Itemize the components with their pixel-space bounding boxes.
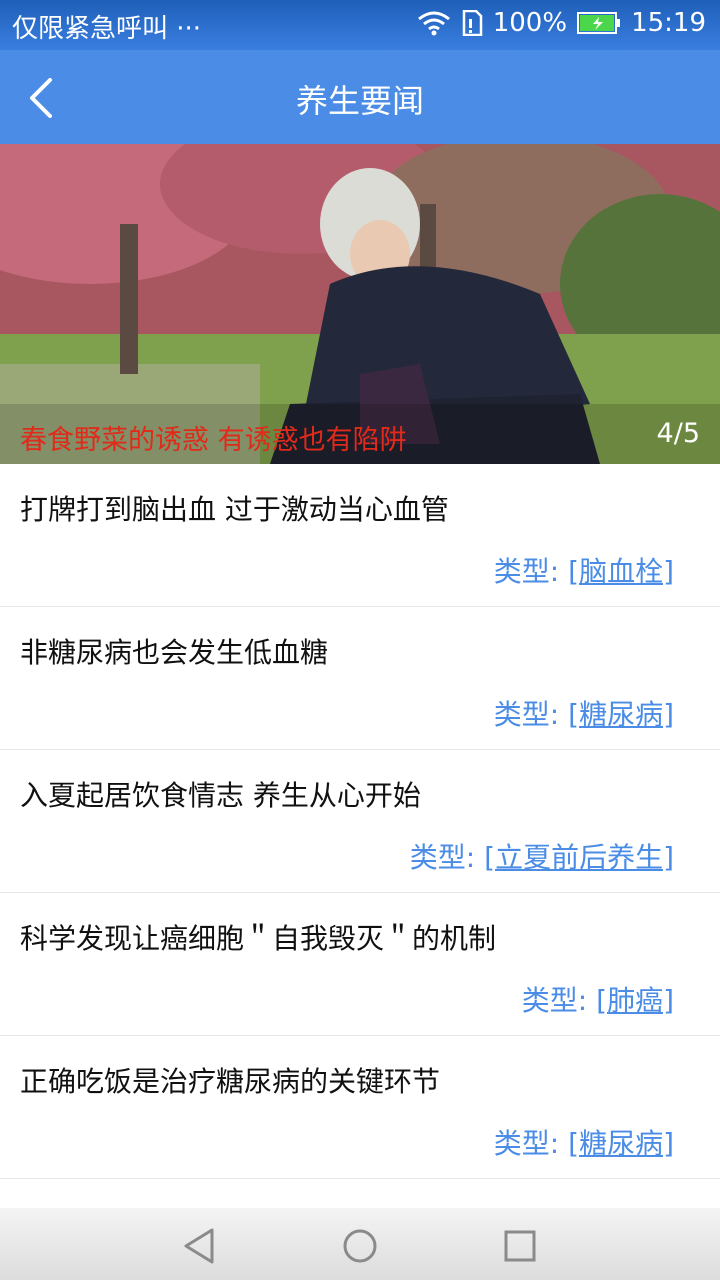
- type-tag-link[interactable]: [肺癌]: [596, 984, 674, 1017]
- news-title: 科学发现让癌细胞＂自我毁灭＂的机制: [20, 922, 497, 955]
- type-label: 类型:: [493, 555, 560, 588]
- status-bar: 仅限紧急呼叫 ··· 100% 15:19: [0, 0, 720, 50]
- banner-caption[interactable]: 春食野菜的诱惑 有诱惑也有陷阱: [20, 418, 407, 457]
- nav-recent-apps-icon[interactable]: [500, 1226, 540, 1266]
- news-type: 类型: [脑血栓]: [494, 550, 674, 590]
- news-type: 类型: [糖尿病]: [494, 1122, 674, 1162]
- status-left: 仅限紧急呼叫 ···: [12, 8, 201, 45]
- news-carousel[interactable]: 春食野菜的诱惑 有诱惑也有陷阱 4/5: [0, 144, 720, 464]
- battery-percent: 100%: [492, 8, 568, 38]
- sim-icon: [462, 10, 482, 36]
- type-tag-link[interactable]: [立夏前后养生]: [484, 841, 674, 874]
- type-tag-link[interactable]: [糖尿病]: [568, 698, 674, 731]
- more-indicator: ···: [176, 14, 202, 44]
- banner-page-indicator: 4/5: [656, 418, 700, 449]
- news-list: 打牌打到脑出血 过于激动当心血管 类型: [脑血栓] 非糖尿病也会发生低血糖 类…: [0, 464, 720, 1179]
- page-title: 养生要闻: [295, 82, 424, 120]
- battery-icon: [577, 12, 621, 34]
- banner-caption-bar: 春食野菜的诱惑 有诱惑也有陷阱 4/5: [0, 404, 720, 464]
- news-title: 打牌打到脑出血 过于激动当心血管: [20, 493, 449, 526]
- type-label: 类型:: [521, 984, 588, 1017]
- news-title: 非糖尿病也会发生低血糖: [20, 636, 329, 669]
- clock: 15:19: [631, 8, 706, 38]
- list-item[interactable]: 入夏起居饮食情志 养生从心开始 类型: [立夏前后养生]: [0, 750, 720, 893]
- list-item[interactable]: 非糖尿病也会发生低血糖 类型: [糖尿病]: [0, 607, 720, 750]
- list-item[interactable]: 正确吃饭是治疗糖尿病的关键环节 类型: [糖尿病]: [0, 1036, 720, 1179]
- type-tag-link[interactable]: [脑血栓]: [568, 555, 674, 588]
- nav-back-icon[interactable]: [180, 1226, 220, 1266]
- list-item[interactable]: 科学发现让癌细胞＂自我毁灭＂的机制 类型: [肺癌]: [0, 893, 720, 1036]
- news-type: 类型: [糖尿病]: [494, 693, 674, 733]
- type-label: 类型:: [493, 698, 560, 731]
- news-title: 入夏起居饮食情志 养生从心开始: [20, 779, 421, 812]
- carrier-text: 仅限紧急呼叫: [12, 14, 169, 44]
- list-item[interactable]: 打牌打到脑出血 过于激动当心血管 类型: [脑血栓]: [0, 464, 720, 607]
- news-type: 类型: [肺癌]: [522, 979, 674, 1019]
- type-label: 类型:: [409, 841, 476, 874]
- news-type: 类型: [立夏前后养生]: [410, 836, 674, 876]
- system-nav-bar: [0, 1208, 720, 1280]
- app-bar: 养生要闻: [0, 50, 720, 144]
- type-label: 类型:: [493, 1127, 560, 1160]
- wifi-icon: [417, 11, 450, 36]
- status-right: 100% 15:19: [417, 8, 706, 38]
- nav-home-icon[interactable]: [340, 1226, 380, 1266]
- type-tag-link[interactable]: [糖尿病]: [568, 1127, 674, 1160]
- news-title: 正确吃饭是治疗糖尿病的关键环节: [20, 1065, 441, 1098]
